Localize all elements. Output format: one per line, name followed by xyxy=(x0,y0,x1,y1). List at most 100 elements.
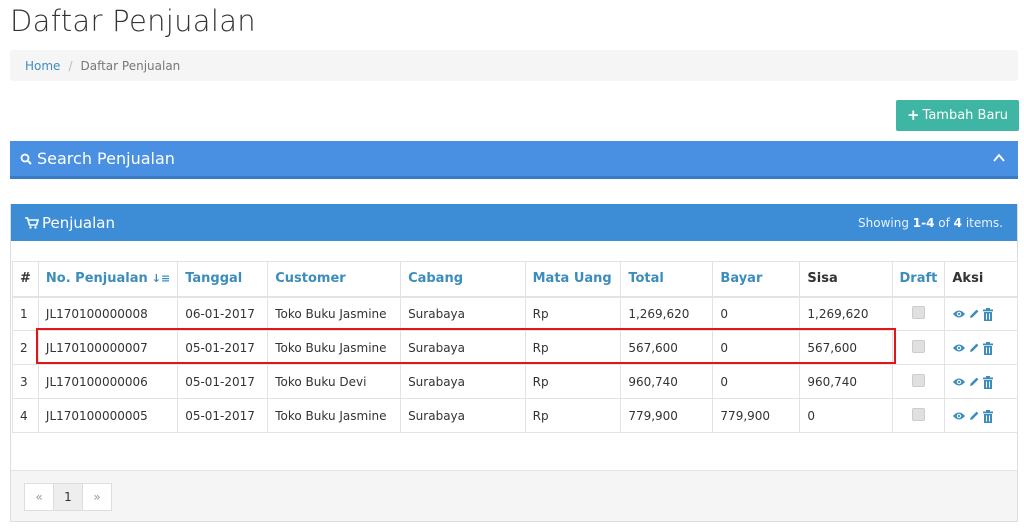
delete-icon[interactable] xyxy=(982,307,994,321)
cell-sisa: 0 xyxy=(799,398,893,433)
delete-icon[interactable] xyxy=(982,409,994,423)
cell-draft xyxy=(891,330,946,365)
cell-customer: Toko Buku Devi xyxy=(267,364,402,399)
cell-actions xyxy=(944,364,1018,399)
draft-checkbox[interactable] xyxy=(911,407,925,421)
cell-cabang: Surabaya xyxy=(400,330,526,365)
table-row: 2 JL170100000007 05-01-2017 Toko Buku Jasmi… xyxy=(12,330,1018,365)
cell-sisa: 960,740 xyxy=(799,364,893,399)
page-title: Daftar Penjualan xyxy=(10,4,256,38)
cell-num: 3 xyxy=(12,364,39,399)
cell-mata-uang: Rp xyxy=(524,330,622,365)
edit-icon[interactable] xyxy=(968,342,980,354)
cell-sisa: 567,600 xyxy=(799,330,893,365)
view-icon[interactable] xyxy=(952,342,966,354)
breadcrumb-home-link[interactable]: Home xyxy=(25,59,60,73)
cell-actions xyxy=(944,398,1018,433)
cart-icon xyxy=(25,216,39,229)
cell-draft xyxy=(891,364,946,399)
col-header-draft[interactable]: Draft xyxy=(891,261,946,298)
cell-customer: Toko Buku Jasmine xyxy=(267,398,402,433)
delete-icon[interactable] xyxy=(982,375,994,389)
cell-draft xyxy=(891,296,946,331)
table-row: 3 JL170100000006 05-01-2017 Toko Buku Devi S… xyxy=(12,364,1018,399)
cell-actions xyxy=(944,296,1018,331)
table-row: 1 JL170100000008 06-01-2017 Toko Buku Jasmi… xyxy=(12,296,1018,331)
search-icon xyxy=(20,153,32,165)
cell-customer: Toko Buku Jasmine xyxy=(267,296,402,331)
cell-mata-uang: Rp xyxy=(524,296,622,331)
cell-cabang: Surabaya xyxy=(400,296,526,331)
cell-no: JL170100000007 xyxy=(37,330,179,365)
cell-tanggal: 05-01-2017 xyxy=(177,364,269,399)
pagination: « 1 » xyxy=(24,483,112,511)
cell-no: JL170100000006 xyxy=(37,364,179,399)
cell-bayar: 0 xyxy=(712,330,801,365)
add-new-label: Tambah Baru xyxy=(922,108,1009,123)
cell-actions xyxy=(944,330,1018,365)
col-header-bayar[interactable]: Bayar xyxy=(712,261,801,298)
draft-checkbox[interactable] xyxy=(911,305,925,319)
col-header-aksi: Aksi xyxy=(944,261,1018,298)
edit-icon[interactable] xyxy=(968,410,980,422)
cell-bayar: 779,900 xyxy=(712,398,801,433)
delete-icon[interactable] xyxy=(982,341,994,355)
pagination-next[interactable]: » xyxy=(82,483,112,511)
search-panel-header[interactable]: Search Penjualan xyxy=(10,141,1018,179)
view-icon[interactable] xyxy=(952,410,966,422)
cell-num: 1 xyxy=(12,296,39,331)
add-new-button[interactable]: + Tambah Baru xyxy=(896,100,1019,131)
col-header-sisa: Sisa xyxy=(799,261,893,298)
draft-checkbox[interactable] xyxy=(911,339,925,353)
table-header-row: # No. Penjualan ↓≡ Tanggal Customer Caban… xyxy=(12,261,1018,298)
cell-num: 2 xyxy=(12,330,39,365)
cell-num: 4 xyxy=(12,398,39,433)
cell-total: 960,740 xyxy=(620,364,714,399)
breadcrumb: Home / Daftar Penjualan xyxy=(10,50,1018,81)
sales-table-panel-header: Penjualan Showing 1-4 of 4 items. xyxy=(11,204,1017,241)
cell-total: 1,269,620 xyxy=(620,296,714,331)
cell-bayar: 0 xyxy=(712,364,801,399)
edit-icon[interactable] xyxy=(968,376,980,388)
items-summary: Showing 1-4 of 4 items. xyxy=(858,216,1003,230)
chevron-up-icon[interactable] xyxy=(992,151,1006,165)
col-header-mata-uang[interactable]: Mata Uang xyxy=(524,261,622,298)
col-header-number: # xyxy=(12,261,39,298)
view-icon[interactable] xyxy=(952,376,966,388)
table-footer: « 1 » xyxy=(11,470,1017,521)
cell-sisa: 1,269,620 xyxy=(799,296,893,331)
cell-total: 567,600 xyxy=(620,330,714,365)
cell-no: JL170100000005 xyxy=(37,398,179,433)
col-header-total[interactable]: Total xyxy=(620,261,714,298)
cell-tanggal: 05-01-2017 xyxy=(177,398,269,433)
view-icon[interactable] xyxy=(952,308,966,320)
table-row: 4 JL170100000005 05-01-2017 Toko Buku Jasmi… xyxy=(12,398,1018,433)
cell-mata-uang: Rp xyxy=(524,364,622,399)
breadcrumb-separator: / xyxy=(68,58,73,73)
draft-checkbox[interactable] xyxy=(911,373,925,387)
sales-table-panel: Penjualan Showing 1-4 of 4 items. # No. … xyxy=(10,204,1018,522)
cell-cabang: Surabaya xyxy=(400,398,526,433)
cell-customer: Toko Buku Jasmine xyxy=(267,330,402,365)
edit-icon[interactable] xyxy=(968,308,980,320)
plus-icon: + xyxy=(906,106,920,124)
cell-mata-uang: Rp xyxy=(524,398,622,433)
col-header-cabang[interactable]: Cabang xyxy=(400,261,526,298)
cell-no: JL170100000008 xyxy=(37,296,179,331)
cell-draft xyxy=(891,398,946,433)
breadcrumb-current: Daftar Penjualan xyxy=(80,58,181,73)
search-panel-title: Search Penjualan xyxy=(37,149,175,168)
sales-table: # No. Penjualan ↓≡ Tanggal Customer Caban… xyxy=(12,261,1018,433)
sales-table-panel-title: Penjualan xyxy=(42,213,115,232)
cell-cabang: Surabaya xyxy=(400,364,526,399)
cell-total: 779,900 xyxy=(620,398,714,433)
col-header-no-penjualan[interactable]: No. Penjualan ↓≡ xyxy=(37,261,179,298)
cell-tanggal: 06-01-2017 xyxy=(177,296,269,331)
col-header-customer[interactable]: Customer xyxy=(267,261,402,298)
cell-tanggal: 05-01-2017 xyxy=(177,330,269,365)
pagination-prev[interactable]: « xyxy=(24,483,54,511)
sort-asc-icon: ↓≡ xyxy=(151,272,171,286)
pagination-page-1[interactable]: 1 xyxy=(53,483,83,511)
col-header-tanggal[interactable]: Tanggal xyxy=(177,261,269,298)
cell-bayar: 0 xyxy=(712,296,801,331)
